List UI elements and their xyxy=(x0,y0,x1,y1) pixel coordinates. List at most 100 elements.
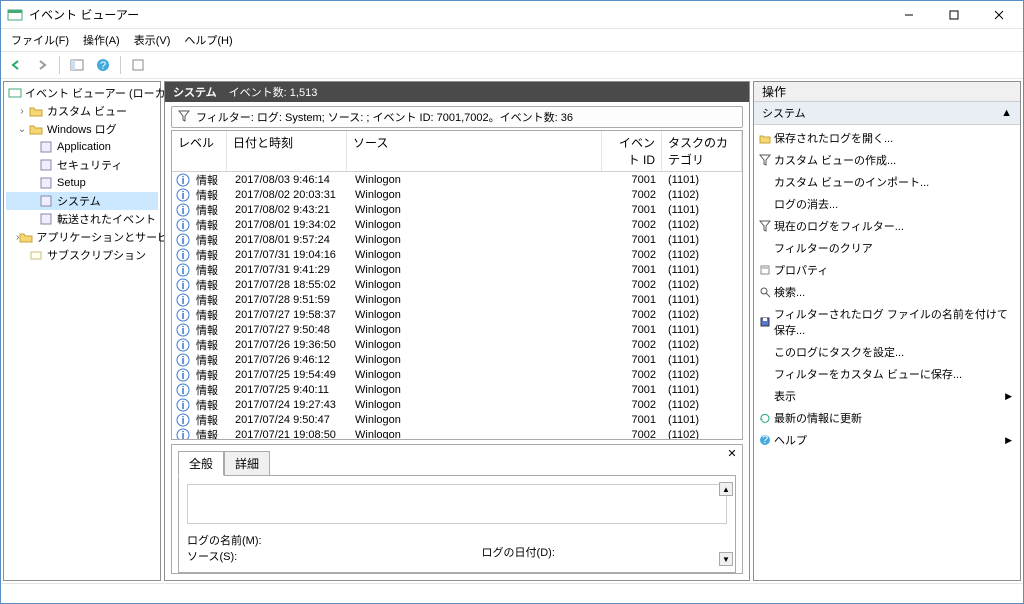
event-row[interactable]: i情報2017/08/02 20:03:31Winlogon7002(1102) xyxy=(172,187,742,202)
cell-level: 情報 xyxy=(190,247,229,263)
actions-pane: 操作 システム ▲ 保存されたログを開く...カスタム ビューの作成...カスタ… xyxy=(753,81,1021,581)
content-area: イベント ビューアー (ローカル) › カスタム ビュー ⌄ Windows ロ… xyxy=(1,79,1023,583)
cell-level: 情報 xyxy=(190,277,229,293)
action-label: カスタム ビューのインポート... xyxy=(774,174,929,190)
action-item[interactable]: フィルターのクリア xyxy=(754,237,1020,259)
event-row[interactable]: i情報2017/07/27 19:58:37Winlogon7002(1102) xyxy=(172,307,742,322)
event-row[interactable]: i情報2017/08/03 9:46:14Winlogon7001(1101) xyxy=(172,172,742,187)
action-item[interactable]: ?ヘルプ▶ xyxy=(754,429,1020,451)
event-row[interactable]: i情報2017/07/25 19:54:49Winlogon7002(1102) xyxy=(172,367,742,382)
scroll-up-button[interactable]: ▲ xyxy=(719,482,733,496)
cell-id: 7002 xyxy=(602,429,662,441)
tree-root[interactable]: イベント ビューアー (ローカル) xyxy=(6,84,158,102)
tab-details[interactable]: 詳細 xyxy=(224,451,270,475)
minimize-button[interactable] xyxy=(886,2,931,28)
app-icon xyxy=(7,7,23,23)
help-button[interactable]: ? xyxy=(92,54,114,76)
cell-level: 情報 xyxy=(190,172,229,188)
cell-level: 情報 xyxy=(190,202,229,218)
event-list[interactable]: レベル 日付と時刻 ソース イベント ID タスクのカテゴリ i情報2017/0… xyxy=(171,130,743,440)
cell-date: 2017/07/28 9:51:59 xyxy=(229,294,349,306)
event-row[interactable]: i情報2017/07/25 9:40:11Winlogon7001(1101) xyxy=(172,382,742,397)
list-header: レベル 日付と時刻 ソース イベント ID タスクのカテゴリ xyxy=(172,131,742,172)
action-item[interactable]: このログにタスクを設定... xyxy=(754,341,1020,363)
event-row[interactable]: i情報2017/07/28 9:51:59Winlogon7001(1101) xyxy=(172,292,742,307)
maximize-button[interactable] xyxy=(931,2,976,28)
tree-custom-views[interactable]: › カスタム ビュー xyxy=(6,102,158,120)
collapse-icon[interactable]: ⌄ xyxy=(16,124,28,135)
menu-action[interactable]: 操作(A) xyxy=(77,29,126,51)
action-item[interactable]: フィルターをカスタム ビューに保存... xyxy=(754,363,1020,385)
event-row[interactable]: i情報2017/07/27 9:50:48Winlogon7001(1101) xyxy=(172,322,742,337)
event-row[interactable]: i情報2017/07/26 9:46:12Winlogon7001(1101) xyxy=(172,352,742,367)
event-row[interactable]: i情報2017/07/24 9:50:47Winlogon7001(1101) xyxy=(172,412,742,427)
col-source[interactable]: ソース xyxy=(347,131,602,171)
cell-date: 2017/07/31 19:04:16 xyxy=(229,249,349,261)
collapse-icon[interactable]: ▲ xyxy=(1001,107,1012,119)
tree-application[interactable]: Application xyxy=(6,138,158,156)
tree-setup[interactable]: Setup xyxy=(6,174,158,192)
event-row[interactable]: i情報2017/08/01 9:57:24Winlogon7001(1101) xyxy=(172,232,742,247)
event-row[interactable]: i情報2017/08/02 9:43:21Winlogon7001(1101) xyxy=(172,202,742,217)
action-item[interactable]: カスタム ビューの作成... xyxy=(754,149,1020,171)
info-icon: i xyxy=(176,248,190,262)
tree-system[interactable]: システム xyxy=(6,192,158,210)
forward-button[interactable] xyxy=(31,54,53,76)
tree-forwarded[interactable]: 転送されたイベント xyxy=(6,210,158,228)
event-row[interactable]: i情報2017/07/28 18:55:02Winlogon7002(1102) xyxy=(172,277,742,292)
event-row[interactable]: i情報2017/07/21 19:08:50Winlogon7002(1102) xyxy=(172,427,742,440)
col-id[interactable]: イベント ID xyxy=(602,131,662,171)
refresh-button[interactable] xyxy=(127,54,149,76)
app-window: イベント ビューアー ファイル(F) 操作(A) 表示(V) ヘルプ(H) ? … xyxy=(0,0,1024,604)
svg-text:i: i xyxy=(181,175,184,187)
cell-date: 2017/07/31 9:41:29 xyxy=(229,264,349,276)
detail-close-button[interactable]: ✕ xyxy=(724,447,740,463)
menu-help[interactable]: ヘルプ(H) xyxy=(178,29,238,51)
event-row[interactable]: i情報2017/07/26 19:36:50Winlogon7002(1102) xyxy=(172,337,742,352)
action-item[interactable]: フィルターされたログ ファイルの名前を付けて保存... xyxy=(754,303,1020,341)
svg-text:i: i xyxy=(181,340,184,352)
cell-id: 7002 xyxy=(602,369,662,381)
action-item[interactable]: 最新の情報に更新 xyxy=(754,407,1020,429)
tab-general[interactable]: 全般 xyxy=(178,451,224,476)
scroll-down-button[interactable]: ▼ xyxy=(719,552,733,566)
action-item[interactable]: ログの消去... xyxy=(754,193,1020,215)
cell-source: Winlogon xyxy=(349,414,602,426)
expand-icon[interactable]: › xyxy=(16,106,28,117)
action-item[interactable]: プロパティ xyxy=(754,259,1020,281)
event-row[interactable]: i情報2017/08/01 19:34:02Winlogon7002(1102) xyxy=(172,217,742,232)
cell-date: 2017/07/27 9:50:48 xyxy=(229,324,349,336)
menu-file[interactable]: ファイル(F) xyxy=(5,29,75,51)
back-button[interactable] xyxy=(5,54,27,76)
event-row[interactable]: i情報2017/07/31 9:41:29Winlogon7001(1101) xyxy=(172,262,742,277)
cell-id: 7002 xyxy=(602,399,662,411)
info-icon: i xyxy=(176,188,190,202)
menu-view[interactable]: 表示(V) xyxy=(128,29,177,51)
folder-icon xyxy=(28,121,44,137)
cell-source: Winlogon xyxy=(349,354,602,366)
tree-windows-logs[interactable]: ⌄ Windows ログ xyxy=(6,120,158,138)
action-item[interactable]: 現在のログをフィルター... xyxy=(754,215,1020,237)
tree-security[interactable]: セキュリティ xyxy=(6,156,158,174)
cell-date: 2017/07/26 19:36:50 xyxy=(229,339,349,351)
action-item[interactable]: 表示▶ xyxy=(754,385,1020,407)
col-cat[interactable]: タスクのカテゴリ xyxy=(662,131,742,171)
event-row[interactable]: i情報2017/07/31 19:04:16Winlogon7002(1102) xyxy=(172,247,742,262)
tree-subscriptions[interactable]: サブスクリプション xyxy=(6,246,158,264)
show-tree-button[interactable] xyxy=(66,54,88,76)
cell-source: Winlogon xyxy=(349,384,602,396)
col-level[interactable]: レベル xyxy=(172,131,227,171)
cell-level: 情報 xyxy=(190,382,229,398)
action-item[interactable]: 検索... xyxy=(754,281,1020,303)
col-date[interactable]: 日付と時刻 xyxy=(227,131,347,171)
event-row[interactable]: i情報2017/07/24 19:27:43Winlogon7002(1102) xyxy=(172,397,742,412)
cell-date: 2017/08/01 9:57:24 xyxy=(229,234,349,246)
cell-source: Winlogon xyxy=(349,339,602,351)
action-item[interactable]: 保存されたログを開く... xyxy=(754,127,1020,149)
action-item[interactable]: カスタム ビューのインポート... xyxy=(754,171,1020,193)
info-icon: i xyxy=(176,218,190,232)
info-icon: i xyxy=(176,383,190,397)
action-label: プロパティ xyxy=(774,262,828,278)
close-button[interactable] xyxy=(976,2,1021,28)
tree-app-services[interactable]: › アプリケーションとサービス ログ xyxy=(6,228,158,246)
